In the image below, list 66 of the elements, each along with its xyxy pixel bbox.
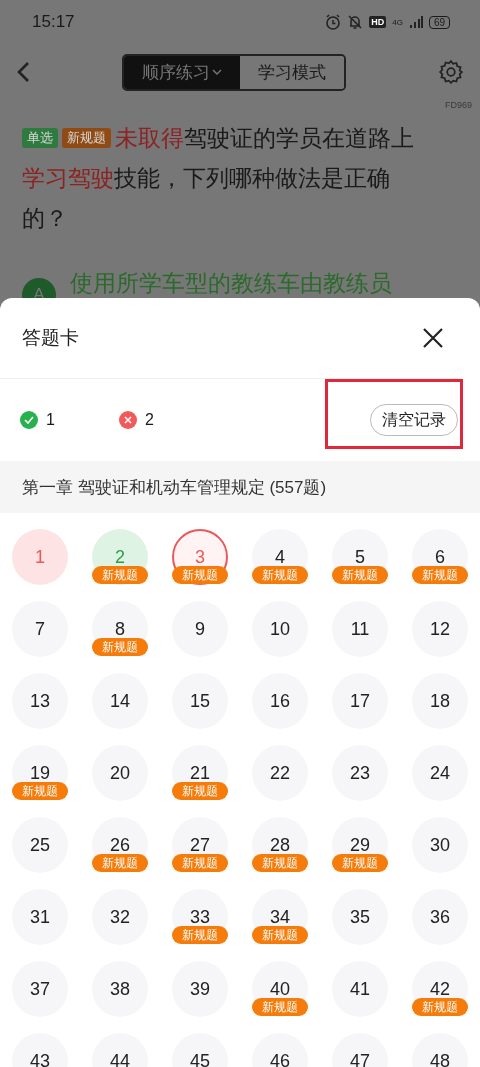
question-number[interactable]: 25 — [12, 817, 68, 873]
question-number[interactable]: 15 — [172, 673, 228, 729]
new-rule-badge: 新规题 — [12, 782, 68, 800]
question-number[interactable]: 38 — [92, 961, 148, 1017]
question-number[interactable]: 30 — [412, 817, 468, 873]
back-icon[interactable] — [16, 61, 30, 83]
signal-icon — [408, 15, 423, 29]
new-rule-badge: 新规题 — [92, 566, 148, 584]
new-rule-badge: 新规题 — [92, 638, 148, 656]
question-number[interactable]: 20 — [92, 745, 148, 801]
question-number[interactable]: 14 — [92, 673, 148, 729]
question-number[interactable]: 24 — [412, 745, 468, 801]
question-number[interactable]: 10 — [252, 601, 308, 657]
correct-icon — [20, 411, 38, 429]
question-number[interactable]: 37 — [12, 961, 68, 1017]
question-number[interactable]: 31 — [12, 889, 68, 945]
mute-bell-icon — [347, 14, 364, 30]
close-button[interactable] — [422, 327, 444, 349]
new-rule-badge: 新规题 — [252, 926, 308, 944]
new-rule-badge: 新规题 — [252, 854, 308, 872]
question-number[interactable]: 41 — [332, 961, 388, 1017]
new-rule-badge: 新规题 — [172, 926, 228, 944]
chapter-title: 第一章 驾驶证和机动车管理规定 (557题) — [22, 476, 327, 499]
question-number[interactable]: 18 — [412, 673, 468, 729]
correct-count: 1 — [46, 411, 55, 429]
battery-indicator: 69 — [428, 15, 450, 29]
settings-icon[interactable] — [438, 59, 464, 85]
question-number[interactable]: 23 — [332, 745, 388, 801]
question-number[interactable]: 47 — [332, 1033, 388, 1067]
question-number[interactable]: 17 — [332, 673, 388, 729]
alarm-icon — [325, 14, 342, 30]
new-rule-badge: 新规题 — [412, 998, 468, 1016]
question-text: 单选 新规题 未取得驾驶证的学员在道路上 学习驾驶技能，下列哪种做法是正确的？ — [22, 124, 415, 233]
new-rule-badge: 新规题 — [412, 566, 468, 584]
question-number[interactable]: 46 — [252, 1033, 308, 1067]
question-number[interactable]: 13 — [12, 673, 68, 729]
mode-tab[interactable]: 顺序练习 — [124, 55, 240, 89]
new-rule-badge: 新规题 — [332, 566, 388, 584]
new-rule-badge: 新规题 — [172, 566, 228, 584]
wrong-icon — [118, 411, 137, 429]
wrong-count: 2 — [144, 411, 154, 429]
new-rule-badge: 新规题 — [92, 854, 148, 872]
question-number[interactable]: 32 — [92, 889, 148, 945]
network-type: 4G — [392, 17, 403, 27]
question-number[interactable]: 12 — [412, 601, 468, 657]
question-number[interactable]: 48 — [412, 1033, 468, 1067]
question-number[interactable]: 36 — [412, 889, 468, 945]
question-number[interactable]: 16 — [252, 673, 308, 729]
new-rule-badge: 新规题 — [252, 998, 308, 1016]
question-number[interactable]: 43 — [12, 1033, 68, 1067]
new-rule-badge: 新规题 — [172, 854, 228, 872]
question-number[interactable]: 11 — [332, 601, 388, 657]
question-number[interactable]: 7 — [12, 601, 68, 657]
question-number[interactable]: 44 — [92, 1033, 148, 1067]
question-number[interactable]: 45 — [172, 1033, 228, 1067]
sheet-title: 答题卡 — [22, 326, 79, 350]
new-rule-badge: 新规题 — [172, 782, 228, 800]
question-number[interactable]: 9 — [172, 601, 228, 657]
status-time: 15:17 — [32, 12, 75, 32]
question-number[interactable]: 39 — [172, 961, 228, 1017]
hd-indicator: HD — [369, 16, 387, 28]
new-rule-badge: 新规题 — [332, 854, 388, 872]
question-number[interactable]: 22 — [252, 745, 308, 801]
clear-records-button[interactable]: 清空记录 — [370, 404, 458, 436]
question-number[interactable]: 35 — [332, 889, 388, 945]
new-rule-badge: 新规题 — [252, 566, 308, 584]
